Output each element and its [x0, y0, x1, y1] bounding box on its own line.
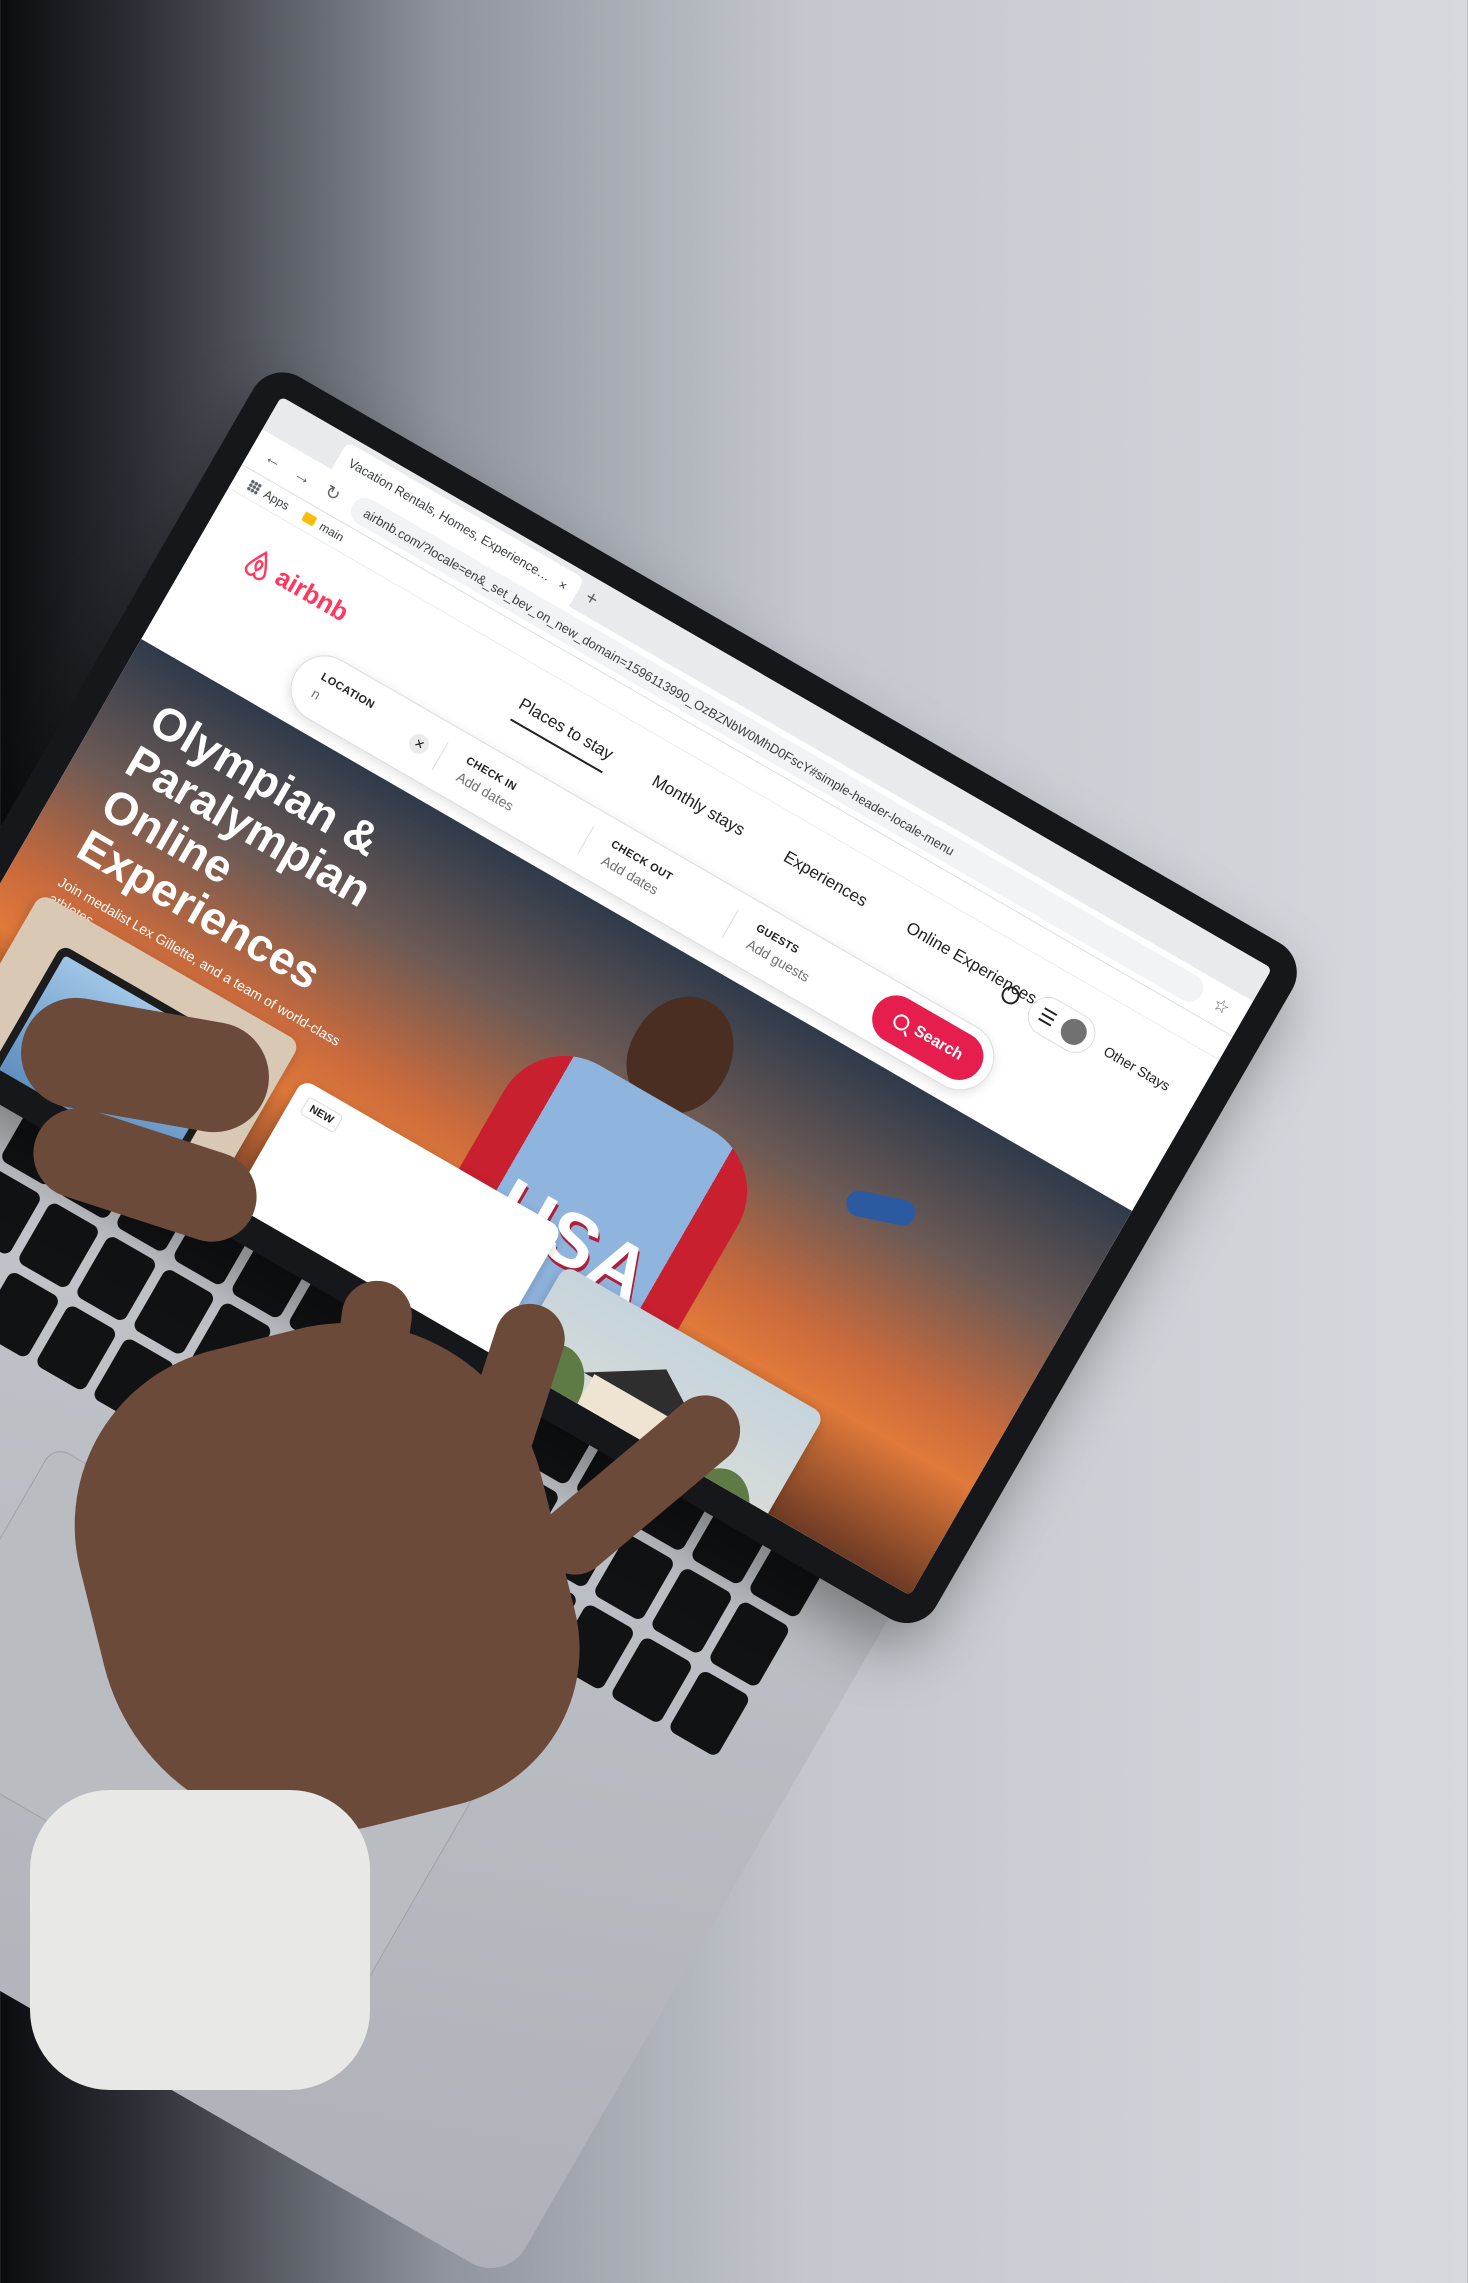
user-menu-button[interactable] [1020, 989, 1103, 1061]
tab-places-to-stay[interactable]: Places to stay [510, 694, 617, 774]
menu-icon [1038, 1007, 1058, 1027]
airbnb-logo[interactable]: airbnb [239, 543, 355, 628]
other-stays-label[interactable]: Other Stays [1101, 1043, 1173, 1094]
sweater-sleeve [30, 1790, 370, 2090]
tab-close-icon[interactable]: × [556, 576, 570, 593]
tab-monthly-stays[interactable]: Monthly stays [643, 771, 749, 849]
star-icon[interactable]: ☆ [1207, 992, 1237, 1021]
bookmark-label: main [316, 519, 347, 545]
new-tab-icon[interactable]: + [580, 586, 602, 612]
new-badge: NEW [299, 1096, 344, 1134]
folder-icon [301, 511, 318, 527]
apps-grid-icon [246, 478, 263, 496]
search-icon [890, 1011, 912, 1034]
search-button-label: Search [910, 1022, 966, 1064]
tab-experiences[interactable]: Experiences [775, 847, 871, 920]
avatar [1056, 1014, 1092, 1050]
reload-icon[interactable]: ↻ [318, 479, 348, 508]
forward-icon[interactable]: → [289, 462, 319, 491]
back-icon[interactable]: ← [259, 445, 289, 474]
diver-image [843, 1188, 918, 1229]
airbnb-wordmark: airbnb [270, 561, 355, 627]
photo-scene: Vacation Rentals, Homes, Experiences & P… [0, 0, 1468, 2283]
